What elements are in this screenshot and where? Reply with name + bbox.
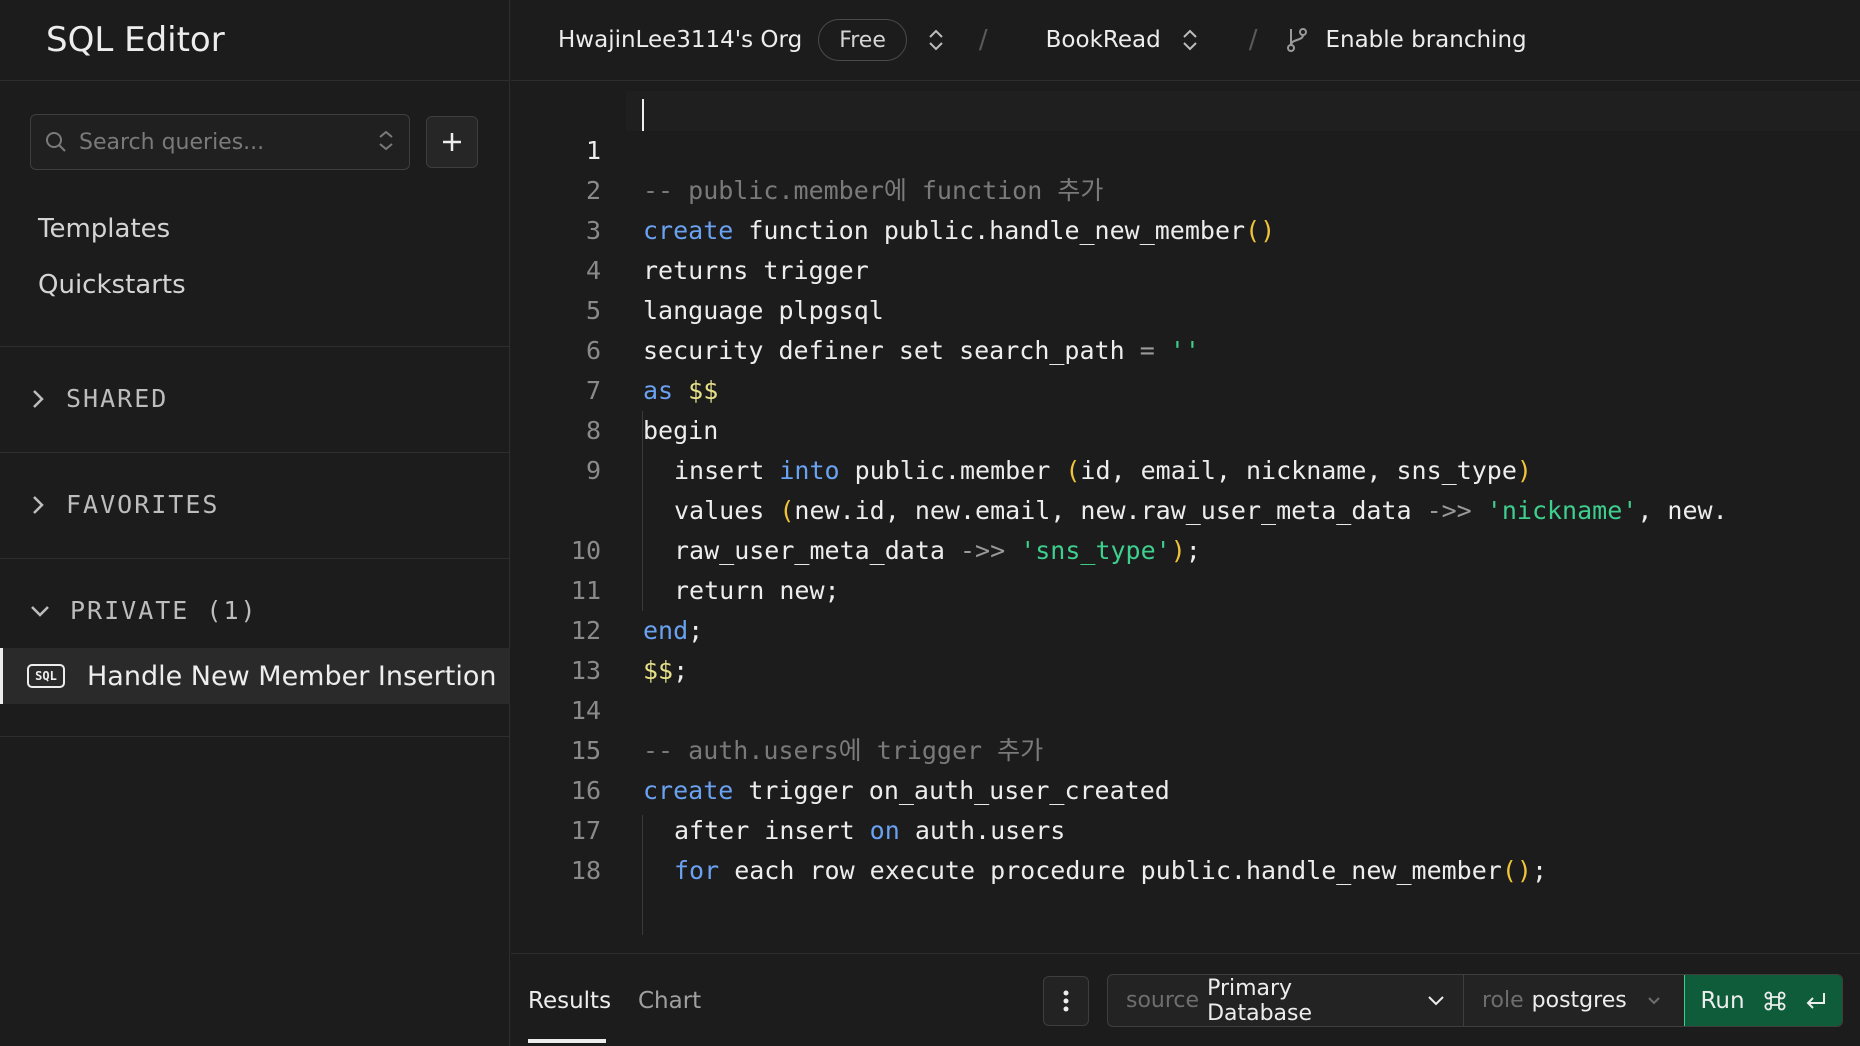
plan-badge: Free (818, 19, 907, 61)
divider (0, 452, 510, 453)
section-favorites-label: FAVORITES (66, 490, 220, 519)
sql-file-icon: SQL (27, 664, 65, 688)
role-label: role (1482, 988, 1524, 1013)
section-favorites[interactable]: FAVORITES (30, 490, 219, 519)
chevron-right-icon (30, 495, 46, 515)
query-item[interactable]: SQL Handle New Member Insertion (0, 648, 510, 704)
quickstarts-link[interactable]: Quickstarts (38, 270, 186, 300)
code-text: create function public.handle_new_member… (643, 216, 1276, 245)
code-line: 7 begin (511, 331, 718, 445)
search-input[interactable]: Search queries... (30, 114, 410, 170)
indent-guide (642, 815, 643, 935)
chevron-down-icon (1427, 995, 1445, 1007)
code-text: values (new.id, new.email, new.raw_user_… (674, 496, 1728, 525)
code-line: 3 returns trigger (511, 171, 869, 285)
results-bar: Results Chart source Primary Database ro… (511, 953, 1860, 1046)
code-line: 14 -- auth.users에 trigger 추가 (511, 651, 1043, 765)
role-select[interactable]: role postgres (1464, 975, 1684, 1026)
tab-results[interactable]: Results (528, 988, 611, 1014)
tab-chart[interactable]: Chart (638, 988, 701, 1014)
run-button[interactable]: Run (1684, 975, 1842, 1026)
sidebar: SQL Editor Search queries... Templates Q… (0, 0, 510, 1046)
search-placeholder: Search queries... (79, 129, 265, 155)
line-number: 18 (570, 856, 601, 885)
section-shared[interactable]: SHARED (30, 384, 168, 413)
templates-link[interactable]: Templates (38, 214, 170, 244)
role-value: postgres (1531, 988, 1627, 1013)
code-line: 9 values (new.id, new.email, new.raw_use… (511, 411, 1728, 525)
source-label: source (1126, 988, 1200, 1013)
more-vertical-icon (1063, 989, 1069, 1013)
plus-icon (441, 131, 463, 153)
project-switcher-icon[interactable] (1175, 28, 1205, 52)
active-line-highlight (626, 91, 1860, 131)
code-text: -- auth.users에 trigger 추가 (643, 736, 1044, 765)
git-branch-icon (1285, 27, 1309, 53)
chevron-down-icon (30, 603, 50, 619)
new-query-button[interactable] (426, 116, 478, 168)
enter-key-icon (1805, 991, 1827, 1011)
section-private-label: PRIVATE (1) (70, 596, 258, 625)
enable-branching-button[interactable]: Enable branching (1285, 27, 1527, 53)
code-text: language plpgsql (643, 296, 884, 325)
code-line: 11 end; (511, 531, 703, 645)
code-text: security definer set search_path = '' (643, 336, 1200, 365)
page-title: SQL Editor (46, 20, 225, 60)
code-line: 1 -- public.member에 function 추가 (511, 91, 1103, 205)
code-text: for each row execute procedure public.ha… (674, 856, 1547, 885)
search-icon (45, 131, 67, 153)
search-row: Search queries... (30, 114, 478, 170)
sidebar-header: SQL Editor (0, 0, 509, 81)
code-line: 4 language plpgsql (511, 211, 884, 325)
enable-branching-label: Enable branching (1325, 27, 1527, 53)
code-text: raw_user_meta_data ->> 'sns_type'); (674, 536, 1201, 565)
breadcrumb-separator: / (1248, 25, 1258, 55)
sort-chevrons-icon[interactable] (377, 131, 395, 153)
org-switcher-icon[interactable] (921, 28, 951, 52)
org-name[interactable]: HwajinLee3114's Org (558, 27, 802, 53)
text-cursor (642, 99, 644, 131)
code-text: insert into public.member (id, email, ni… (674, 456, 1532, 485)
topbar: HwajinLee3114's Org Free / BookRead / En… (511, 0, 1860, 81)
code-line: 13 (511, 611, 601, 685)
code-line: 8 insert into public.member (id, email, … (511, 371, 1532, 485)
code-editor[interactable]: 1 -- public.member에 function 추가 2 create… (511, 81, 1860, 953)
code-line: 17 for each row execute procedure public… (511, 771, 1547, 885)
run-controls: source Primary Database role postgres Ru… (1107, 974, 1843, 1027)
code-line: 5 security definer set search_path = '' (511, 251, 1200, 365)
active-tab-indicator (528, 1039, 606, 1043)
code-text: returns trigger (643, 256, 869, 285)
code-text: create trigger on_auth_user_created (643, 776, 1170, 805)
divider (0, 736, 510, 737)
code-text: $$; (643, 656, 689, 685)
code-text: as $$ (643, 376, 719, 405)
code-line: raw_user_meta_data ->> 'sns_type'); (511, 451, 1201, 565)
source-select[interactable]: source Primary Database (1108, 975, 1464, 1026)
command-key-icon (1763, 989, 1787, 1013)
code-text: return new; (674, 576, 840, 605)
project-name[interactable]: BookRead (1046, 27, 1161, 53)
run-label: Run (1700, 987, 1745, 1014)
query-item-label: Handle New Member Insertion (87, 660, 497, 692)
code-line: 12 $$; (511, 571, 688, 685)
code-line: 15 create trigger on_auth_user_created (511, 691, 1170, 805)
code-text: begin (643, 416, 719, 445)
more-options-button[interactable] (1043, 976, 1089, 1026)
breadcrumb-separator: / (978, 25, 988, 55)
code-line: 6 as $$ (511, 291, 718, 405)
section-shared-label: SHARED (66, 384, 169, 413)
code-text: -- public.member에 function 추가 (643, 176, 1104, 205)
chevron-right-icon (30, 389, 46, 409)
section-private[interactable]: PRIVATE (1) (30, 596, 258, 625)
code-line: 10 return new; (511, 491, 840, 605)
code-line: 18 (511, 811, 601, 885)
code-text: after insert on auth.users (674, 816, 1066, 845)
divider (0, 558, 510, 559)
chevron-down-icon (1647, 996, 1661, 1006)
code-line: 2 create function public.handle_new_memb… (511, 131, 1275, 245)
code-text: end; (643, 616, 704, 645)
divider (0, 346, 510, 347)
source-value: Primary Database (1207, 975, 1313, 1026)
code-line: 16 after insert on auth.users (511, 731, 1065, 845)
